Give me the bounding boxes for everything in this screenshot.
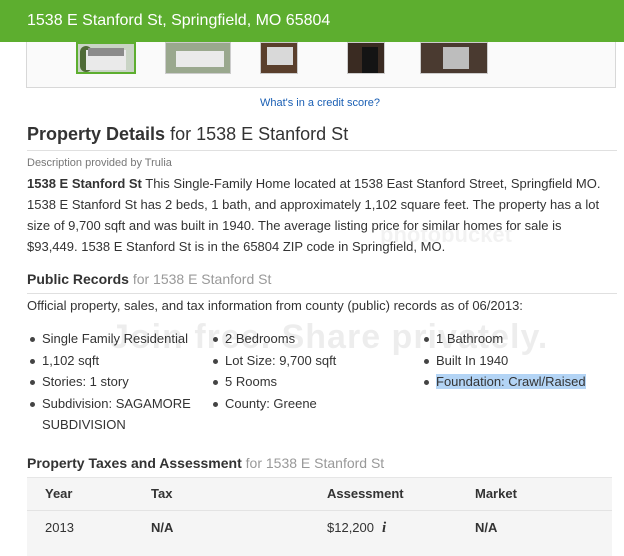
- photo-gallery: [26, 42, 616, 88]
- record-item: Subdivision: SAGAMORE SUBDIVISION: [27, 393, 202, 436]
- record-item-highlighted: Foundation: Crawl/Raised: [421, 371, 621, 393]
- taxes-heading: Property Taxes and Assessment for 1538 E…: [27, 455, 385, 471]
- tax-table: Year Tax Assessment Market 2013 N/A $12,…: [27, 477, 612, 556]
- cell-tax: N/A: [151, 520, 174, 535]
- photo-thumb-5[interactable]: [420, 42, 488, 74]
- property-details-heading: Property Details for 1538 E Stanford St: [27, 124, 349, 144]
- cell-market: N/A: [475, 520, 498, 535]
- photo-thumb-4[interactable]: [347, 42, 385, 74]
- record-item: Built In 1940: [421, 350, 621, 372]
- description-lead: 1538 E Stanford St: [27, 176, 142, 191]
- address-header: 1538 E Stanford St, Springfield, MO 6580…: [0, 0, 624, 42]
- record-item: 1,102 sqft: [27, 350, 202, 372]
- divider: [27, 510, 612, 511]
- records-column-3: 1 Bathroom Built In 1940 Foundation: Cra…: [421, 328, 621, 393]
- col-header-assessment: Assessment: [327, 486, 404, 501]
- property-description: 1538 E Stanford St This Single-Family Ho…: [27, 173, 612, 257]
- description-credit: Description provided by Trulia: [27, 157, 172, 169]
- records-column-1: Single Family Residential 1,102 sqft Sto…: [27, 328, 202, 436]
- record-item: 2 Bedrooms: [210, 328, 400, 350]
- info-icon[interactable]: i: [382, 520, 386, 536]
- record-item: Stories: 1 story: [27, 371, 202, 393]
- photo-thumb-3[interactable]: [260, 42, 298, 74]
- col-header-year: Year: [45, 486, 73, 501]
- records-intro: Official property, sales, and tax inform…: [27, 298, 523, 313]
- public-records-heading: Public Records for 1538 E Stanford St: [27, 271, 272, 287]
- record-item: 5 Rooms: [210, 371, 400, 393]
- cell-assessment: $12,200 i: [327, 520, 387, 536]
- record-item: County: Greene: [210, 393, 400, 415]
- photo-thumb-2[interactable]: [165, 42, 231, 74]
- cell-year: 2013: [45, 520, 74, 535]
- col-header-tax: Tax: [151, 486, 173, 501]
- record-item: 1 Bathroom: [421, 328, 621, 350]
- photo-thumb-1[interactable]: [76, 42, 136, 74]
- address-title: 1538 E Stanford St, Springfield, MO 6580…: [27, 12, 331, 29]
- record-item: Lot Size: 9,700 sqft: [210, 350, 400, 372]
- credit-score-link[interactable]: What's in a credit score?: [0, 97, 624, 109]
- records-column-2: 2 Bedrooms Lot Size: 9,700 sqft 5 Rooms …: [210, 328, 400, 414]
- divider: [27, 150, 617, 151]
- divider: [27, 293, 617, 294]
- record-item: Single Family Residential: [27, 328, 202, 350]
- col-header-market: Market: [475, 486, 517, 501]
